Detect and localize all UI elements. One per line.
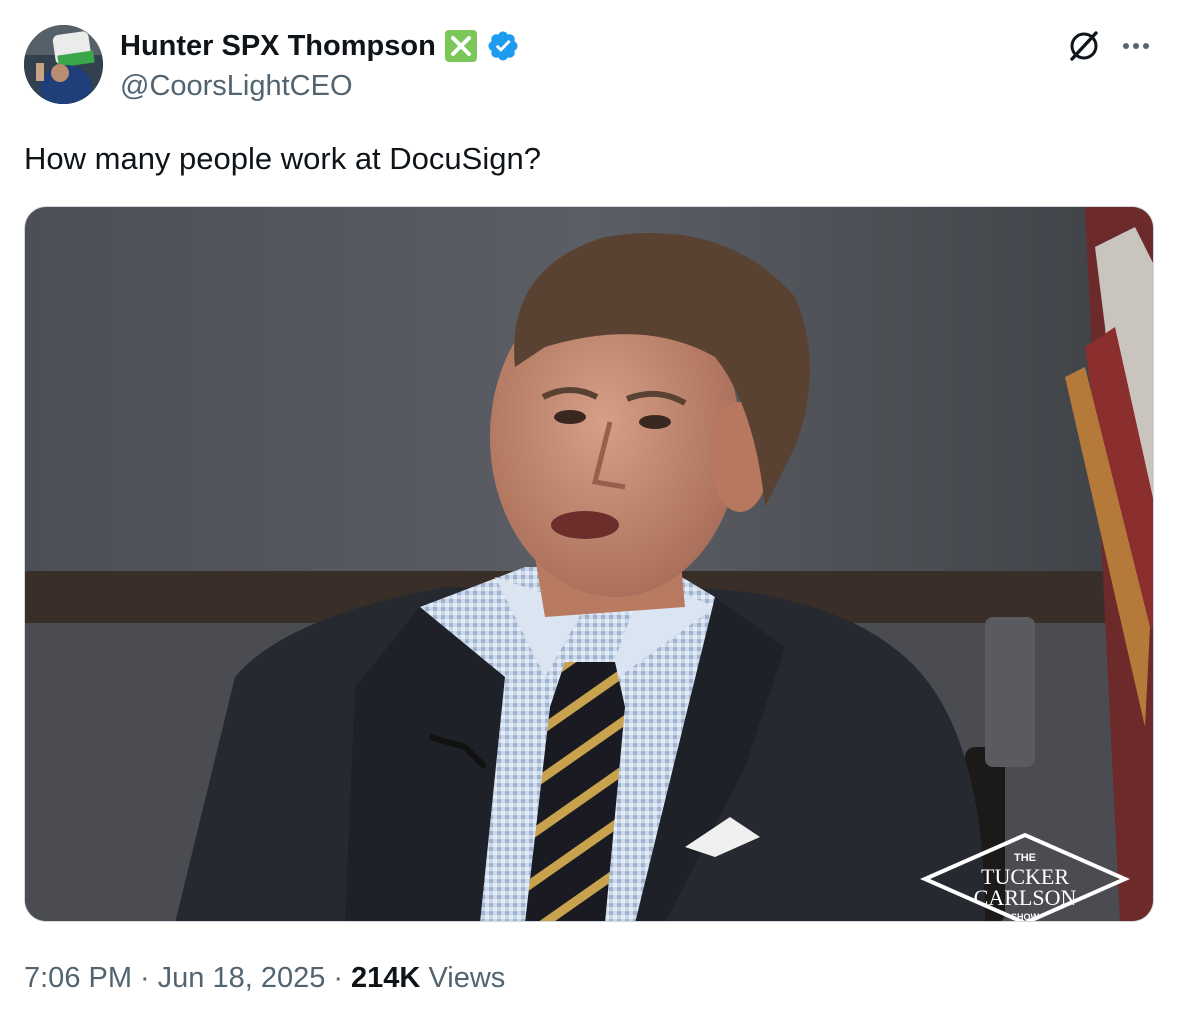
author-name-row[interactable]: Hunter SPX Thompson [120,28,520,64]
more-icon[interactable] [1116,26,1156,66]
tweet-time[interactable]: 7:06 PM [24,962,132,994]
meta-separator: · [140,962,150,994]
tweet-media-image[interactable]: THE TUCKER CARLSON SHOW [24,206,1154,922]
avatar[interactable] [24,25,103,104]
watermark-show: SHOW [1011,912,1040,922]
author-handle[interactable]: @CoorsLightCEO [120,70,353,102]
watermark-the: THE [1014,852,1036,864]
views-label: Views [428,962,506,994]
avatar-image [24,25,103,104]
views-count: 214K [351,962,421,994]
watermark-carlson: CARLSON [974,885,1077,910]
tweet-meta: 7:06 PM · Jun 18, 2025 · 214K Views [24,960,505,996]
media-illustration: THE TUCKER CARLSON SHOW [25,207,1153,922]
tweet-card: Hunter SPX Thompson @CoorsLightCEO How m… [0,0,1178,1026]
verified-badge-icon[interactable] [486,29,520,63]
tweet-text: How many people work at DocuSign? [24,141,541,176]
grok-icon[interactable] [1064,26,1104,66]
meta-separator: · [333,962,344,994]
author-display-name[interactable]: Hunter SPX Thompson [120,28,436,64]
tweet-date[interactable]: Jun 18, 2025 [158,962,326,994]
green-x-badge-icon [444,29,478,63]
